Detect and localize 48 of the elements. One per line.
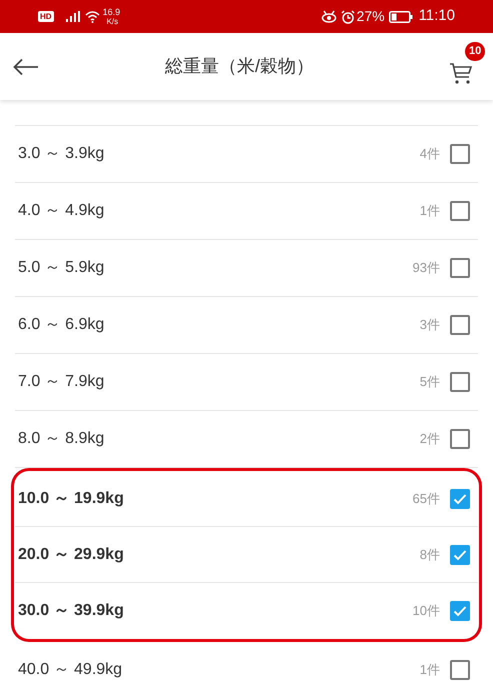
checkbox[interactable]: [450, 601, 470, 621]
weight-range-label: 7.0 ～ 7.9kg: [18, 372, 104, 392]
checkbox[interactable]: [450, 372, 470, 392]
checkbox[interactable]: [450, 429, 470, 449]
weight-range-label: 40.0 ～ 49.9kg: [18, 660, 122, 680]
weight-range-label: 8.0 ～ 8.9kg: [18, 429, 104, 449]
cart-badge: 10: [465, 42, 486, 60]
checkbox[interactable]: [450, 488, 470, 508]
item-count: 93件: [412, 259, 440, 278]
weight-range-label: 5.0 ～ 5.9kg: [18, 258, 104, 278]
cart-icon: [449, 60, 473, 84]
checkbox[interactable]: [450, 201, 470, 221]
item-count: 1件: [420, 202, 440, 220]
network-speed-unit: K/s: [106, 16, 120, 26]
item-count: 1件: [420, 661, 440, 680]
weight-range-label: 6.0 ～ 6.9kg: [18, 315, 104, 335]
checkbox[interactable]: [450, 544, 470, 564]
item-count: 2件: [420, 430, 440, 448]
battery-percent: 27%: [356, 7, 385, 26]
checkmark-icon: [453, 548, 467, 560]
checkbox[interactable]: [450, 258, 470, 278]
checkbox[interactable]: [450, 144, 470, 164]
wifi-icon: [84, 10, 100, 22]
hd-badge: HD: [38, 11, 54, 22]
alarm-icon: [340, 10, 355, 24]
checkmark-icon: [453, 605, 467, 617]
clock-time: 11:10: [418, 6, 455, 26]
weight-range-label: 20.0 ～ 29.9kg: [18, 544, 124, 564]
back-arrow-icon: [13, 58, 39, 76]
item-count: 65件: [412, 490, 440, 508]
checkbox[interactable]: [450, 660, 470, 680]
item-count: 10件: [412, 602, 440, 620]
item-count: 8件: [420, 546, 440, 564]
network-speed: 16.9: [102, 8, 120, 16]
item-count: 4件: [420, 145, 440, 164]
weight-range-label: 4.0 ～ 4.9kg: [18, 201, 104, 221]
weight-range-label: 30.0 ～ 39.9kg: [18, 601, 124, 621]
weight-range-label: 10.0 ～ 19.9kg: [18, 488, 124, 508]
page-title: 総重量（米/穀物）: [164, 55, 315, 78]
cart-button[interactable]: [449, 60, 473, 84]
item-count: 5件: [420, 373, 440, 392]
item-count: 3件: [420, 316, 440, 334]
checkbox[interactable]: [450, 315, 470, 335]
checkmark-icon: [453, 492, 467, 504]
battery-icon: [388, 10, 413, 22]
signal-icon: [66, 11, 80, 22]
eye-icon: [320, 10, 337, 23]
weight-range-label: 3.0 ～ 3.9kg: [18, 144, 104, 164]
